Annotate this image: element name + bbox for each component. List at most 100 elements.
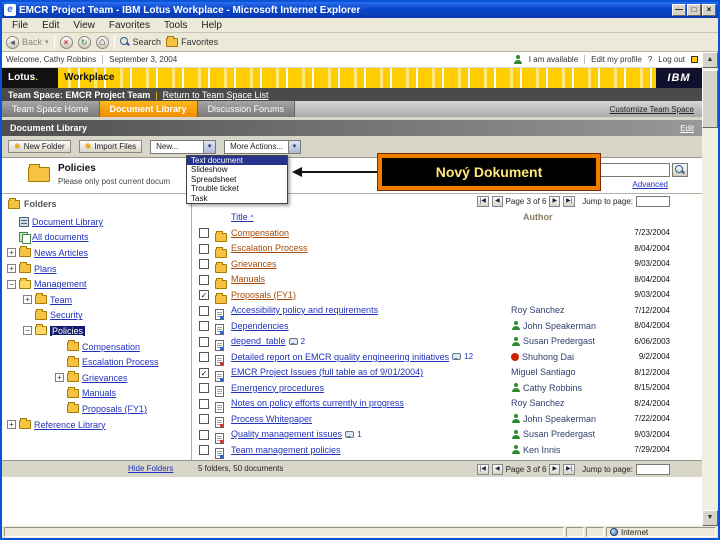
folder-link-proposals-fy1[interactable]: Proposals (FY1) [82,404,147,414]
menu-item-slideshow[interactable]: Slideshow [187,165,287,174]
menu-item-tools[interactable]: Tools [158,20,193,31]
menu-item-favorites[interactable]: Favorites [103,20,156,31]
document-link[interactable]: Dependencies [231,321,289,331]
row-checkbox[interactable]: ✓ [199,367,209,378]
expand-icon[interactable]: + [7,248,16,258]
row-checkbox[interactable] [199,352,209,362]
scroll-down-icon[interactable]: ▼ [702,510,718,526]
menu-item-help[interactable]: Help [195,20,228,31]
availability-link[interactable]: I am available [529,55,578,64]
row-checkbox[interactable] [199,274,209,285]
folder-link-policies[interactable]: Policies [50,325,86,336]
menu-item-file[interactable]: File [6,20,34,31]
folder-link-management[interactable]: Management [34,279,87,289]
new-folder-button[interactable]: ✱ New Folder [8,140,71,153]
tab-team-space-home[interactable]: Team Space Home [2,101,100,117]
scroll-up-icon[interactable]: ▲ [702,52,718,68]
favorites-button[interactable]: Favorites [166,35,218,47]
document-link[interactable]: Notes on policy efforts currently in pro… [231,398,404,408]
row-checkbox[interactable] [199,243,209,254]
document-link[interactable]: Emergency procedures [231,383,324,393]
document-link[interactable]: Detailed report on EMCR quality engineer… [231,352,449,362]
folder-link-document-library[interactable]: Document Library [32,217,103,227]
document-link[interactable]: Accessibility policy and requirements [231,305,378,315]
home-icon[interactable]: ⌂ [95,35,109,49]
tab-discussion-forums[interactable]: Discussion Forums [197,101,296,117]
folder-link-grievances[interactable]: Grievances [82,373,128,383]
minimize-button[interactable]: — [672,4,686,16]
vertical-scrollbar[interactable]: ▲ ▼ [702,52,718,526]
next-page-button[interactable]: ▶ [549,464,561,475]
row-checkbox[interactable] [199,228,209,238]
collapse-icon[interactable]: − [23,326,32,336]
scrollbar-thumb[interactable] [702,70,718,128]
import-files-button[interactable]: ✱ Import Files [78,140,143,153]
menu-item-task[interactable]: Task [187,194,287,203]
row-checkbox[interactable] [199,414,209,424]
next-page-button[interactable]: ▶ [549,196,561,207]
menu-item-text-document[interactable]: Text document [187,156,287,166]
folder-link[interactable]: Grievances [231,259,277,269]
folder-link-escalation-process[interactable]: Escalation Process [82,357,159,367]
menu-item-edit[interactable]: Edit [36,20,65,31]
last-page-button[interactable]: ▶| [563,196,576,207]
folder-link-compensation[interactable]: Compensation [82,342,140,352]
first-page-button[interactable]: |◀ [476,196,489,207]
folder-link-all-documents[interactable]: All documents [32,232,89,242]
row-checkbox[interactable] [199,398,209,409]
folder-link[interactable]: Compensation [231,228,289,238]
menu-item-spreadsheet[interactable]: Spreadsheet [187,175,287,184]
return-teamspace-link[interactable]: Return to Team Space List [163,90,269,100]
folder-link-security[interactable]: Security [50,310,83,320]
logout-link[interactable]: Log out [658,55,685,64]
menu-item-trouble-ticket[interactable]: Trouble ticket [187,184,287,193]
document-link[interactable]: Quality management issues [231,429,342,439]
expand-icon[interactable]: + [7,264,16,274]
jump-to-page-input[interactable] [636,196,670,207]
previous-page-button[interactable]: ◀ [491,464,503,475]
first-page-button[interactable]: |◀ [476,464,489,475]
maximize-button[interactable]: □ [687,4,701,16]
folder-link[interactable]: Manuals [231,274,265,284]
document-link[interactable]: Process Whitepaper [231,414,312,424]
search-go-button[interactable] [672,163,688,177]
last-page-button[interactable]: ▶| [563,464,576,475]
advanced-search-link[interactable]: Advanced [632,180,668,189]
expand-icon[interactable]: + [7,420,16,430]
tab-document-library[interactable]: Document Library [99,101,198,117]
customize-teamspace-link[interactable]: Customize Team Space [610,105,702,114]
document-link[interactable]: EMCR Project Issues (full table as of 9/… [231,367,423,377]
row-checkbox[interactable] [199,429,209,440]
folder-link-manuals[interactable]: Manuals [82,388,116,398]
expand-icon[interactable]: + [55,373,64,383]
refresh-icon[interactable]: ↻ [77,35,91,49]
row-checkbox[interactable] [199,336,209,347]
stop-icon[interactable]: × [59,35,73,49]
jump-to-page-input[interactable] [636,464,670,475]
folder-link[interactable]: Proposals (FY1) [231,290,296,300]
edit-profile-link[interactable]: Edit my profile [591,55,642,64]
folder-link-reference-library[interactable]: Reference Library [34,420,106,430]
folder-link-plans[interactable]: Plans [34,264,57,274]
folder-link-news-articles[interactable]: News Articles [34,248,88,258]
previous-page-button[interactable]: ◀ [491,196,503,207]
row-checkbox[interactable] [199,259,209,269]
column-header-title[interactable]: Title ^ [231,212,253,222]
expand-icon[interactable]: + [23,295,32,305]
more-actions-dropdown[interactable]: More Actions... ▼ [224,139,302,154]
folder-link[interactable]: Escalation Process [231,243,308,253]
document-link[interactable]: depend_table [231,336,286,346]
close-button[interactable]: × [702,4,716,16]
collapse-icon[interactable]: − [7,279,16,289]
row-checkbox[interactable] [199,445,209,455]
hide-folders-link[interactable]: Hide Folders [128,464,173,473]
row-checkbox[interactable] [199,383,209,393]
folder-link-team[interactable]: Team [50,295,72,305]
help-link[interactable]: ? [648,55,652,64]
menu-item-view[interactable]: View [67,20,101,31]
search-button[interactable]: Search [119,37,161,47]
row-checkbox[interactable] [199,321,209,331]
back-button[interactable]: ◄ Back ▾ [6,35,49,49]
document-link[interactable]: Team management policies [231,445,341,455]
row-checkbox[interactable] [199,305,209,316]
